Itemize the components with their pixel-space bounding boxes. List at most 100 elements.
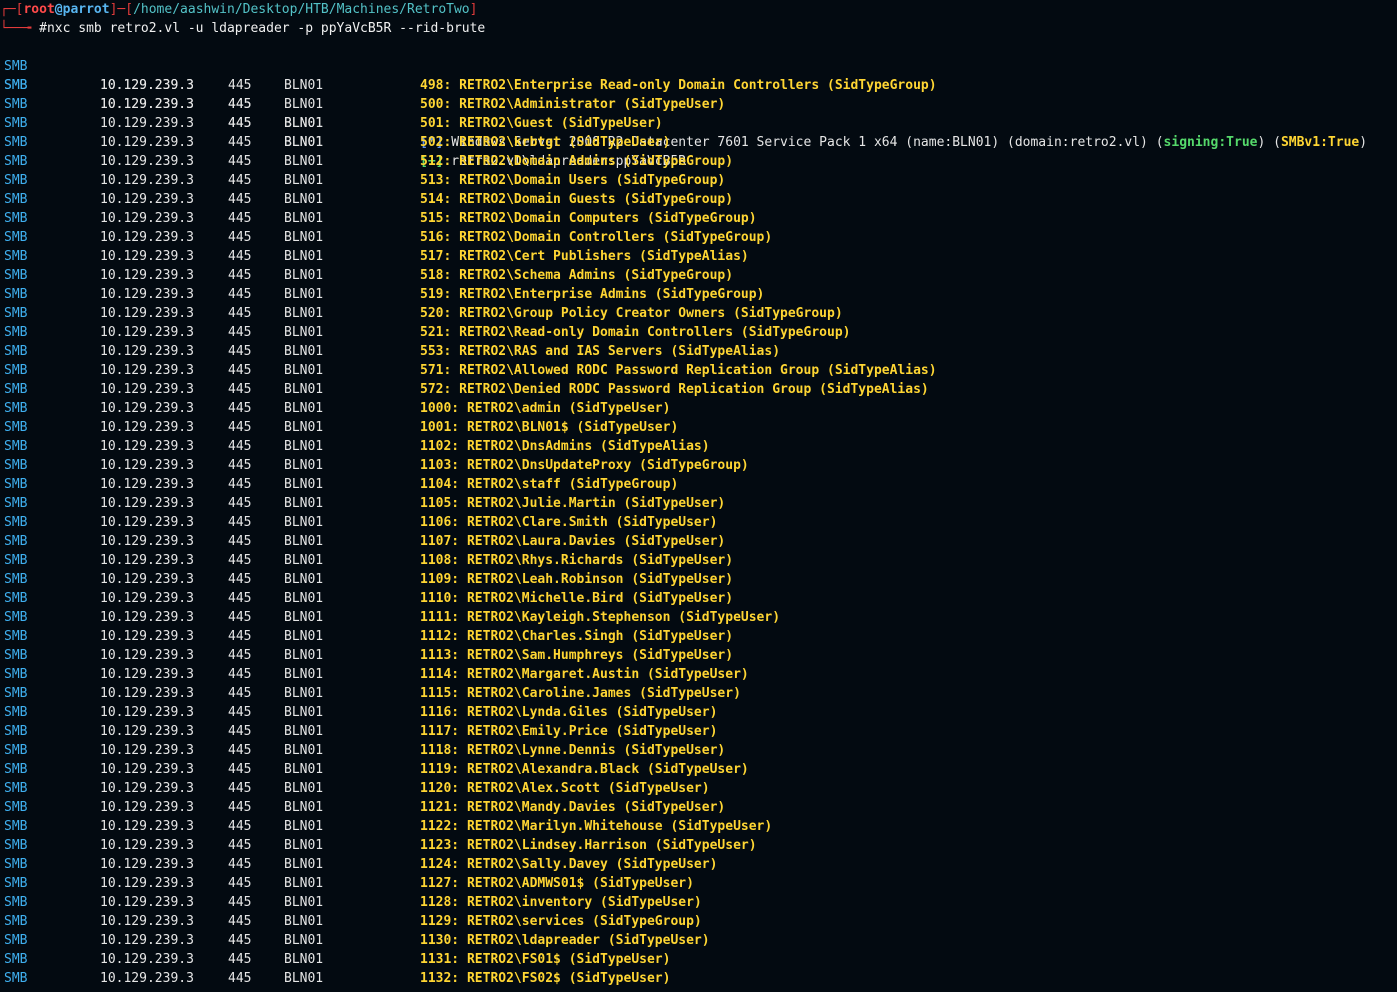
terminal-window[interactable]: ┌─[root@parrot]─[/home/aashwin/Desktop/H… bbox=[0, 0, 1397, 992]
rid-entry: 1105: RETRO2\Julie.Martin (SidTypeUser) bbox=[420, 496, 726, 511]
output-row-auth: SMB 10.129.239.3 445 BLN01 [+] retro2.vl… bbox=[0, 57, 1397, 169]
port: 445 bbox=[228, 876, 252, 891]
rid-row: SMB 10.129.239.3 445 BLN01 1105: RETRO2\Juli… bbox=[0, 494, 1397, 513]
proto-label: SMB bbox=[4, 876, 28, 891]
ip-address: 10.129.239.3 bbox=[100, 591, 194, 606]
netbios-name: BLN01 bbox=[284, 800, 324, 815]
port: 445 bbox=[228, 686, 252, 701]
netbios-name: BLN01 bbox=[284, 458, 324, 473]
rid-row: SMB 10.129.239.3 445 BLN01 513: RETRO2\Domai… bbox=[0, 171, 1397, 190]
rid-entry: 1001: RETRO2\BLN01$ (SidTypeUser) bbox=[420, 420, 679, 435]
netbios-name: BLN01 bbox=[284, 135, 324, 150]
rid-entry: 1127: RETRO2\ADMWS01$ (SidTypeUser) bbox=[420, 876, 694, 891]
proto-label: SMB bbox=[4, 648, 28, 663]
proto-label: SMB bbox=[4, 325, 28, 340]
ip-address: 10.129.239.3 bbox=[100, 268, 194, 283]
rid-row: SMB 10.129.239.3 445 BLN01 515: RETRO2\Domai… bbox=[0, 209, 1397, 228]
rid-entry: 571: RETRO2\Allowed RODC Password Replic… bbox=[420, 363, 937, 378]
prompt-at: @ bbox=[54, 2, 63, 17]
netbios-name: BLN01 bbox=[284, 933, 324, 948]
ip-address: 10.129.239.3 bbox=[100, 363, 194, 378]
port: 445 bbox=[228, 933, 252, 948]
rid-row: SMB 10.129.239.3 445 BLN01 1124: RETRO2\Sall… bbox=[0, 855, 1397, 874]
rid-entry: 1124: RETRO2\Sally.Davey (SidTypeUser) bbox=[420, 857, 718, 872]
proto-label: SMB bbox=[4, 477, 28, 492]
rid-row: SMB 10.129.239.3 445 BLN01 1132: RETRO2\FS02… bbox=[0, 969, 1397, 988]
rid-entry: 1132: RETRO2\FS02$ (SidTypeUser) bbox=[420, 971, 671, 986]
rid-entry: 517: RETRO2\Cert Publishers (SidTypeAlia… bbox=[420, 249, 749, 264]
rid-row: SMB 10.129.239.3 445 BLN01 572: RETRO2\Denie… bbox=[0, 380, 1397, 399]
rid-row: SMB 10.129.239.3 445 BLN01 520: RETRO2\Group… bbox=[0, 304, 1397, 323]
rid-row: SMB 10.129.239.3 445 BLN01 518: RETRO2\Schem… bbox=[0, 266, 1397, 285]
rid-row: SMB 10.129.239.3 445 BLN01 519: RETRO2\Enter… bbox=[0, 285, 1397, 304]
rid-row: SMB 10.129.239.3 445 BLN01 1111: RETRO2\Kayl… bbox=[0, 608, 1397, 627]
ip-address: 10.129.239.3 bbox=[100, 420, 194, 435]
netbios-name: BLN01 bbox=[284, 762, 324, 777]
ip-address: 10.129.239.3 bbox=[100, 819, 194, 834]
rid-entry: 514: RETRO2\Domain Guests (SidTypeGroup) bbox=[420, 192, 734, 207]
netbios-name: BLN01 bbox=[284, 306, 324, 321]
rid-entry: 553: RETRO2\RAS and IAS Servers (SidType… bbox=[420, 344, 781, 359]
port: 445 bbox=[228, 154, 252, 169]
prompt-line-2: └──╼ #nxc smb retro2.vl -u ldapreader -p… bbox=[0, 21, 486, 36]
port: 445 bbox=[228, 325, 252, 340]
netbios-name: BLN01 bbox=[284, 268, 324, 283]
port: 445 bbox=[228, 648, 252, 663]
rid-entry: 1106: RETRO2\Clare.Smith (SidTypeUser) bbox=[420, 515, 718, 530]
ip-address: 10.129.239.3 bbox=[100, 249, 194, 264]
proto-label: SMB bbox=[4, 382, 28, 397]
ip-address: 10.129.239.3 bbox=[100, 401, 194, 416]
ip-address: 10.129.239.3 bbox=[100, 154, 194, 169]
rid-row: SMB 10.129.239.3 445 BLN01 1001: RETRO2\BLN0… bbox=[0, 418, 1397, 437]
rid-row: SMB 10.129.239.3 445 BLN01 1115: RETRO2\Caro… bbox=[0, 684, 1397, 703]
netbios-name: BLN01 bbox=[284, 572, 324, 587]
port: 445 bbox=[228, 458, 252, 473]
port: 445 bbox=[228, 952, 252, 967]
proto-label: SMB bbox=[4, 686, 28, 701]
command-text[interactable]: #nxc smb retro2.vl -u ldapreader -p ppYa… bbox=[39, 21, 485, 36]
ip-address: 10.129.239.3 bbox=[100, 439, 194, 454]
rid-entry: 1000: RETRO2\admin (SidTypeUser) bbox=[420, 401, 671, 416]
rid-row: SMB 10.129.239.3 445 BLN01 500: RETRO2\Admin… bbox=[0, 95, 1397, 114]
rid-entry: 1118: RETRO2\Lynne.Dennis (SidTypeUser) bbox=[420, 743, 726, 758]
rid-entry: 515: RETRO2\Domain Computers (SidTypeGro… bbox=[420, 211, 757, 226]
port: 445 bbox=[228, 857, 252, 872]
port: 445 bbox=[228, 762, 252, 777]
port: 445 bbox=[228, 382, 252, 397]
proto-label: SMB bbox=[4, 952, 28, 967]
netbios-name: BLN01 bbox=[284, 534, 324, 549]
rid-row: SMB 10.129.239.3 445 BLN01 1131: RETRO2\FS01… bbox=[0, 950, 1397, 969]
port: 445 bbox=[228, 838, 252, 853]
netbios-name: BLN01 bbox=[284, 97, 324, 112]
netbios-name: BLN01 bbox=[284, 952, 324, 967]
ip-address: 10.129.239.3 bbox=[100, 173, 194, 188]
rid-entry: 1113: RETRO2\Sam.Humphreys (SidTypeUser) bbox=[420, 648, 734, 663]
rid-row: SMB 10.129.239.3 445 BLN01 1128: RETRO2\inve… bbox=[0, 893, 1397, 912]
proto-label: SMB bbox=[4, 971, 28, 986]
netbios-name: BLN01 bbox=[284, 743, 324, 758]
port: 445 bbox=[228, 724, 252, 739]
ip-address: 10.129.239.3 bbox=[100, 914, 194, 929]
port: 445 bbox=[228, 781, 252, 796]
rid-entry: 1119: RETRO2\Alexandra.Black (SidTypeUse… bbox=[420, 762, 749, 777]
ip-address: 10.129.239.3 bbox=[100, 971, 194, 986]
port: 445 bbox=[228, 496, 252, 511]
port: 445 bbox=[228, 800, 252, 815]
port: 445 bbox=[228, 553, 252, 568]
ip-address: 10.129.239.3 bbox=[100, 78, 194, 93]
netbios-name: BLN01 bbox=[284, 192, 324, 207]
rid-row: SMB 10.129.239.3 445 BLN01 1127: RETRO2\ADMW… bbox=[0, 874, 1397, 893]
proto-label: SMB bbox=[4, 97, 28, 112]
ip-address: 10.129.239.3 bbox=[100, 211, 194, 226]
netbios-name: BLN01 bbox=[284, 211, 324, 226]
port: 445 bbox=[228, 819, 252, 834]
ip-address: 10.129.239.3 bbox=[100, 838, 194, 853]
rid-row: SMB 10.129.239.3 445 BLN01 501: RETRO2\Guest… bbox=[0, 114, 1397, 133]
netbios-name: BLN01 bbox=[284, 876, 324, 891]
rid-row: SMB 10.129.239.3 445 BLN01 517: RETRO2\Cert … bbox=[0, 247, 1397, 266]
rid-entry: 1130: RETRO2\ldapreader (SidTypeUser) bbox=[420, 933, 710, 948]
ip-address: 10.129.239.3 bbox=[100, 553, 194, 568]
rid-row: SMB 10.129.239.3 445 BLN01 1108: RETRO2\Rhys… bbox=[0, 551, 1397, 570]
proto-label: SMB bbox=[4, 306, 28, 321]
rid-entry: 1103: RETRO2\DnsUpdateProxy (SidTypeGrou… bbox=[420, 458, 749, 473]
